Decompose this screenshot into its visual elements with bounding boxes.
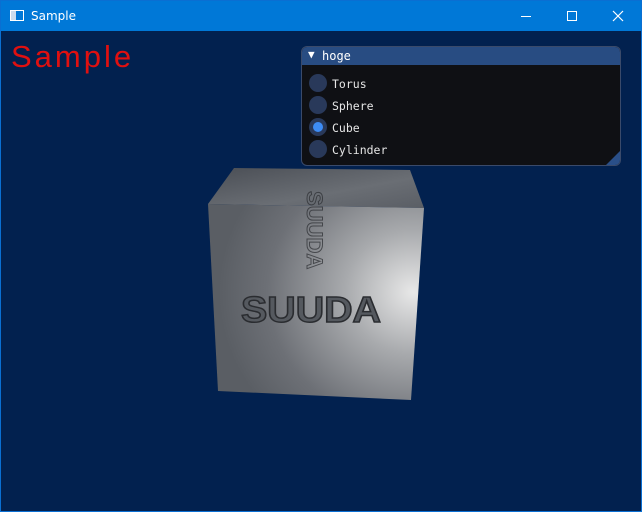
maximize-icon (567, 11, 577, 21)
app-window: Sample SUUDA SUUDA Sample ▼ hoge Torus S… (0, 0, 642, 512)
radio-button-selected[interactable] (309, 118, 327, 136)
maximize-button[interactable] (549, 1, 595, 31)
radio-option-cube[interactable]: Cube (309, 118, 509, 138)
close-button[interactable] (595, 1, 641, 31)
radio-label: Sphere (332, 99, 374, 113)
resize-grip-icon[interactable] (606, 151, 620, 165)
window-title: Sample (31, 9, 76, 23)
overlay-title: Sample (11, 39, 135, 74)
collapse-arrow-icon[interactable]: ▼ (308, 48, 315, 61)
radio-option-cylinder[interactable]: Cylinder (309, 140, 509, 160)
panel-header[interactable]: ▼ hoge (302, 47, 620, 65)
radio-button[interactable] (309, 140, 327, 158)
minimize-button[interactable] (503, 1, 549, 31)
title-bar[interactable]: Sample (1, 1, 641, 31)
radio-label: Torus (332, 77, 367, 91)
cube-front-text: SUUDA (241, 289, 381, 330)
radio-button[interactable] (309, 74, 327, 92)
minimize-icon (521, 16, 531, 17)
radio-button[interactable] (309, 96, 327, 114)
radio-label: Cylinder (332, 143, 388, 157)
radio-label: Cube (332, 121, 360, 135)
panel-title: hoge (322, 49, 351, 63)
cube-top-text: SUUDA (302, 191, 327, 269)
app-icon (10, 10, 24, 21)
radio-option-torus[interactable]: Torus (309, 74, 509, 94)
close-icon (612, 10, 624, 22)
hoge-panel[interactable]: ▼ hoge Torus Sphere Cube Cylinder (301, 46, 621, 166)
render-viewport[interactable]: SUUDA SUUDA Sample ▼ hoge Torus Sphere C… (1, 31, 641, 511)
radio-option-sphere[interactable]: Sphere (309, 96, 509, 116)
